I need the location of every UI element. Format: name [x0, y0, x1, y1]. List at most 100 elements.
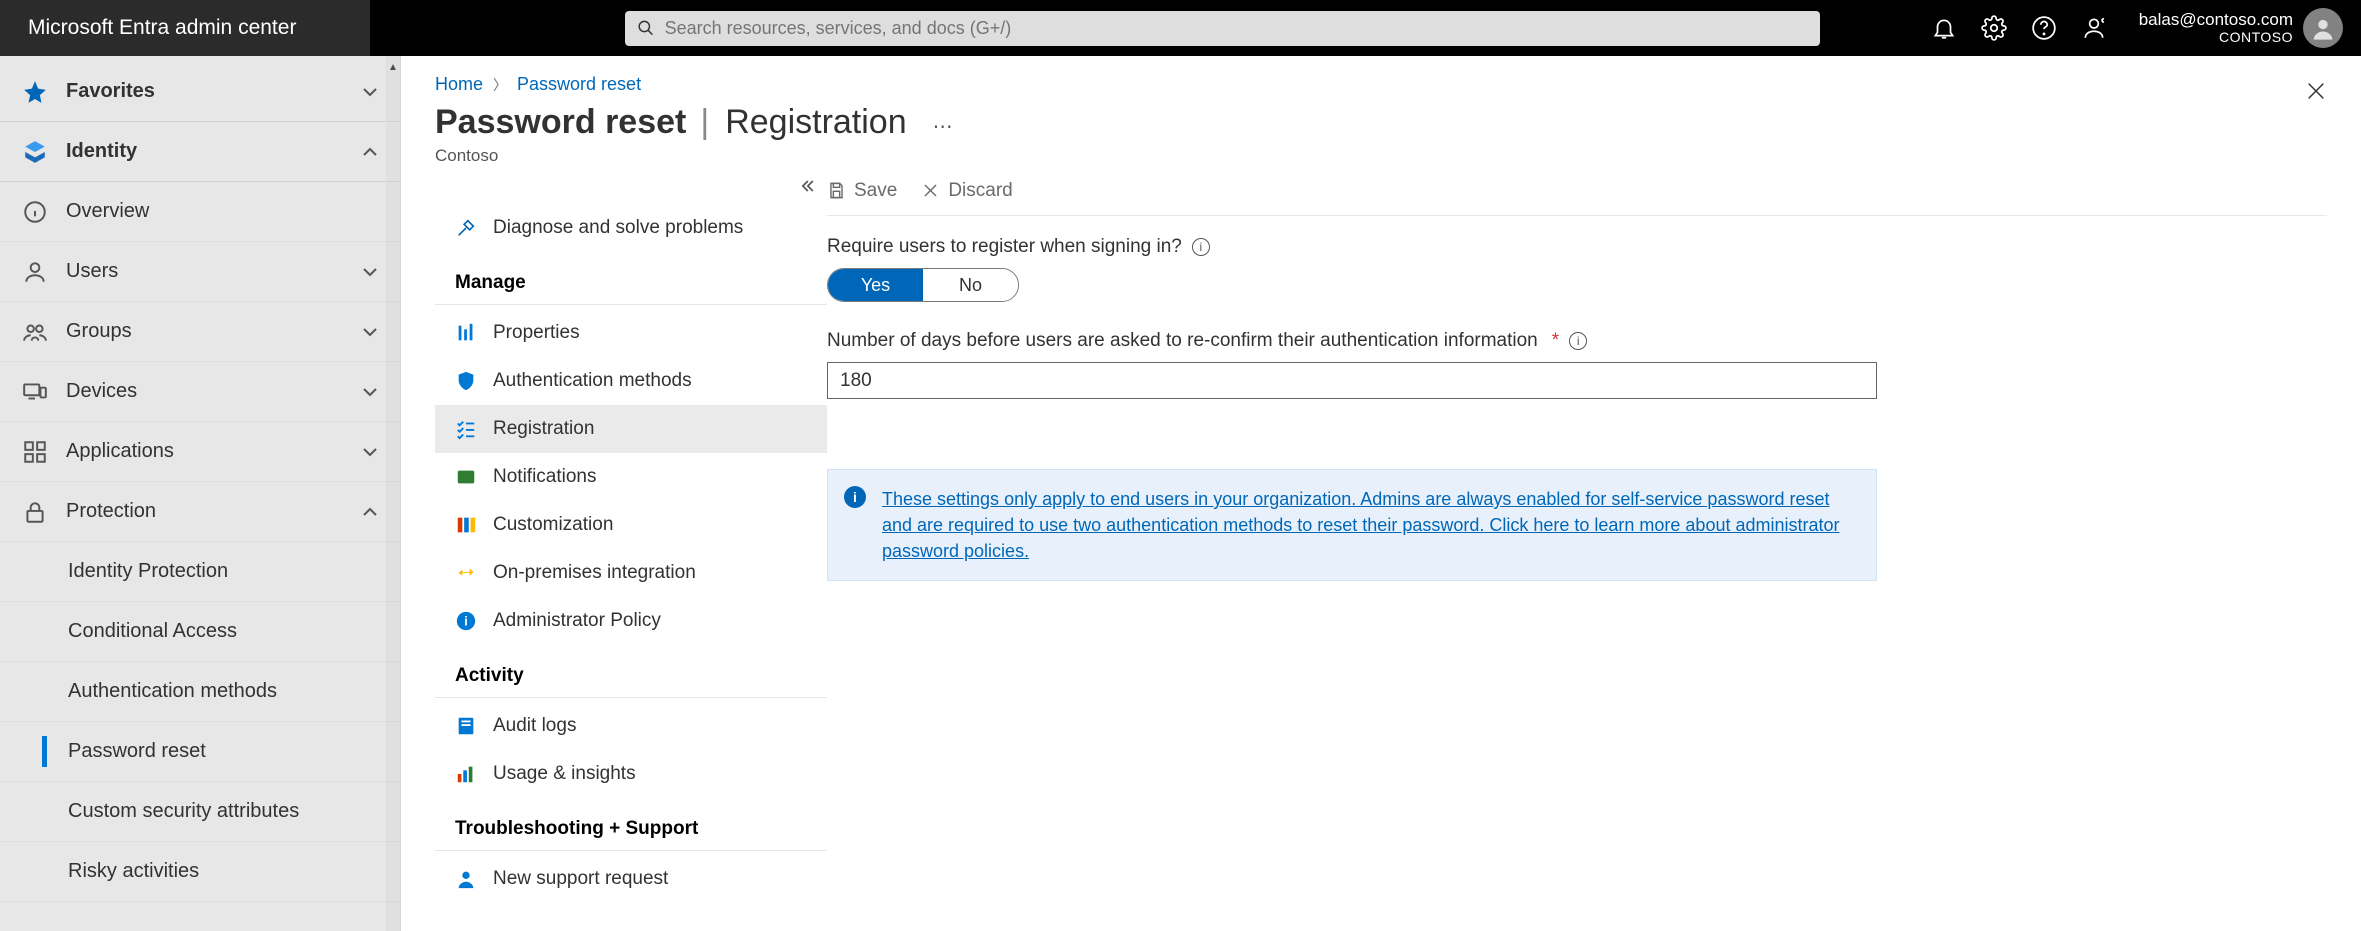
page-title-row: Password reset | Registration ⋯	[435, 103, 2327, 142]
lock-icon	[22, 499, 48, 525]
notification-icon	[455, 466, 477, 488]
days-label-text: Number of days before users are asked to…	[827, 330, 1538, 352]
sidebar-sub-conditional-access[interactable]: Conditional Access	[0, 602, 400, 662]
toggle-no[interactable]: No	[923, 269, 1018, 301]
sidebar-sub-authentication-methods[interactable]: Authentication methods	[0, 662, 400, 722]
sync-icon	[455, 562, 477, 584]
subnav-notifications[interactable]: Notifications	[435, 453, 827, 501]
subnav-diagnose[interactable]: Diagnose and solve problems	[435, 204, 827, 252]
page-title: Password reset	[435, 103, 686, 142]
shield-icon	[455, 370, 477, 392]
properties-icon	[455, 322, 477, 344]
subnav-label: On-premises integration	[493, 562, 696, 584]
days-input[interactable]	[827, 362, 1877, 399]
feedback-icon[interactable]	[2081, 15, 2107, 41]
avatar	[2303, 8, 2343, 48]
info-banner-link[interactable]: These settings only apply to end users i…	[882, 489, 1840, 561]
sidebar-sub-label: Identity Protection	[68, 560, 228, 583]
subnav-properties[interactable]: Properties	[435, 309, 827, 357]
info-tooltip-icon[interactable]: i	[1192, 238, 1210, 256]
customization-icon	[455, 514, 477, 536]
sidebar-sub-label: Password reset	[68, 740, 206, 763]
support-icon	[455, 868, 477, 890]
search-box[interactable]	[625, 11, 1820, 46]
account-org: CONTOSO	[2139, 30, 2293, 45]
sidebar-item-applications[interactable]: Applications	[0, 422, 400, 482]
subnav-label: New support request	[493, 868, 668, 890]
chevron-down-icon	[358, 440, 382, 464]
subnav-trouble-header: Troubleshooting + Support	[435, 798, 827, 851]
discard-label: Discard	[948, 180, 1012, 202]
subnav-support-request[interactable]: New support request	[435, 855, 827, 903]
breadcrumb: Home 〉 Password reset	[435, 56, 2327, 103]
sidebar-identity[interactable]: Identity	[0, 122, 400, 182]
primary-sidebar: ▲ Favorites Identity Overview	[0, 56, 401, 931]
collapse-subnav-button[interactable]	[797, 176, 817, 201]
help-icon[interactable]	[2031, 15, 2057, 41]
sidebar-sub-custom-security-attributes[interactable]: Custom security attributes	[0, 782, 400, 842]
sidebar-item-users[interactable]: Users	[0, 242, 400, 302]
main-content: Home 〉 Password reset Password reset | R…	[401, 56, 2361, 931]
chevron-down-icon	[358, 80, 382, 104]
subnav-customization[interactable]: Customization	[435, 501, 827, 549]
require-register-toggle[interactable]: Yes No	[827, 268, 1019, 302]
sidebar-item-label: Protection	[66, 500, 156, 523]
sidebar-sub-label: Conditional Access	[68, 620, 237, 643]
sidebar-favorites[interactable]: Favorites	[0, 62, 400, 122]
close-button[interactable]	[2305, 78, 2327, 109]
devices-icon	[22, 379, 48, 405]
chevron-down-icon	[358, 260, 382, 284]
chevron-down-icon	[358, 320, 382, 344]
checklist-icon	[455, 418, 477, 440]
toggle-yes[interactable]: Yes	[828, 269, 923, 301]
sidebar-item-devices[interactable]: Devices	[0, 362, 400, 422]
breadcrumb-current[interactable]: Password reset	[517, 74, 641, 95]
notifications-icon[interactable]	[1931, 15, 1957, 41]
top-icons: balas@contoso.com CONTOSO	[1931, 8, 2361, 48]
org-label: Contoso	[435, 146, 2327, 166]
save-label: Save	[854, 180, 897, 202]
info-banner: i These settings only apply to end users…	[827, 469, 1877, 581]
chevron-right-icon: 〉	[493, 75, 507, 95]
sidebar-item-protection[interactable]: Protection	[0, 482, 400, 542]
sidebar-item-groups[interactable]: Groups	[0, 302, 400, 362]
subnav-label: Diagnose and solve problems	[493, 217, 743, 239]
subnav-manage-header: Manage	[435, 252, 827, 305]
discard-button[interactable]: Discard	[921, 180, 1012, 202]
subnav-audit-logs[interactable]: Audit logs	[435, 702, 827, 750]
sidebar-sub-label: Risky activities	[68, 860, 199, 883]
more-actions-button[interactable]: ⋯	[933, 114, 953, 139]
subnav-registration[interactable]: Registration	[435, 405, 827, 453]
search-wrapper	[625, 11, 1820, 46]
search-icon	[637, 19, 655, 37]
required-indicator: *	[1552, 330, 1559, 352]
info-icon: i	[455, 610, 477, 632]
chevron-up-icon	[358, 140, 382, 164]
subnav-auth-methods[interactable]: Authentication methods	[435, 357, 827, 405]
save-button[interactable]: Save	[827, 180, 897, 202]
chevron-down-icon	[358, 380, 382, 404]
require-register-label: Require users to register when signing i…	[827, 236, 1877, 258]
subnav-activity-header: Activity	[435, 645, 827, 698]
sidebar-item-label: Overview	[66, 200, 149, 223]
subnav-admin-policy[interactable]: i Administrator Policy	[435, 597, 827, 645]
account-button[interactable]: balas@contoso.com CONTOSO	[2139, 8, 2343, 48]
info-banner-icon: i	[844, 486, 866, 508]
wrench-icon	[455, 217, 477, 239]
sidebar-sub-identity-protection[interactable]: Identity Protection	[0, 542, 400, 602]
account-text: balas@contoso.com CONTOSO	[2139, 11, 2293, 45]
sidebar-sub-risky-activities[interactable]: Risky activities	[0, 842, 400, 902]
apps-icon	[22, 439, 48, 465]
subnav-usage-insights[interactable]: Usage & insights	[435, 750, 827, 798]
sidebar-item-overview[interactable]: Overview	[0, 182, 400, 242]
blade-menu: Diagnose and solve problems Manage Prope…	[435, 166, 827, 903]
subnav-label: Authentication methods	[493, 370, 692, 392]
search-input[interactable]	[665, 18, 1808, 39]
form-area: Require users to register when signing i…	[827, 236, 1877, 581]
breadcrumb-home[interactable]: Home	[435, 74, 483, 95]
info-tooltip-icon[interactable]: i	[1569, 332, 1587, 350]
info-circle-icon	[22, 199, 48, 225]
subnav-on-premises[interactable]: On-premises integration	[435, 549, 827, 597]
sidebar-sub-password-reset[interactable]: Password reset	[0, 722, 400, 782]
settings-icon[interactable]	[1981, 15, 2007, 41]
